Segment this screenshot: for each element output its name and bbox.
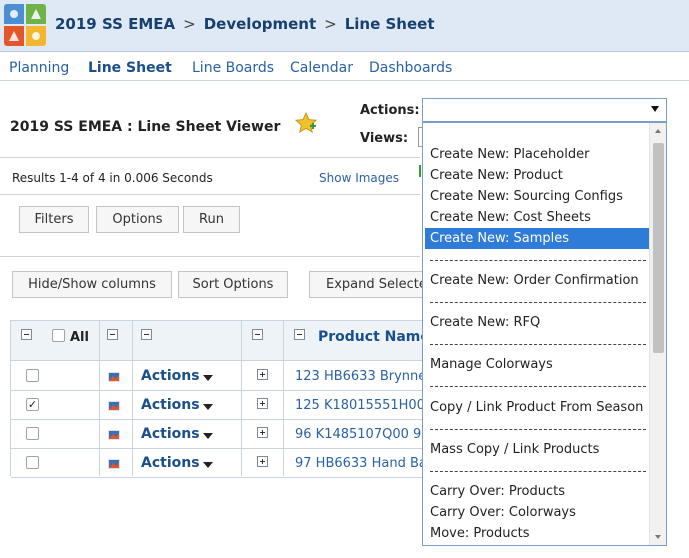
actions-select[interactable] [422,98,667,122]
app-logo-icon[interactable] [4,4,46,46]
favorite-star-icon[interactable] [294,111,318,135]
chevron-down-icon[interactable] [203,462,213,468]
menu-item-create-placeholder[interactable]: Create New: Placeholder [425,144,649,165]
actions-dropdown-list: Create New: Placeholder Create New: Prod… [422,122,667,546]
select-all-label: All [70,330,89,345]
image-icon [108,401,120,411]
chevron-down-icon[interactable] [203,375,213,381]
menu-item-manage-colorways[interactable]: Manage Colorways [425,354,649,375]
select-all-checkbox[interactable] [52,329,65,342]
row-checkbox[interactable] [26,427,39,440]
column-divider [241,320,242,476]
breadcrumb-separator: > [324,15,337,33]
line-sheet-table: All Product Name Actions 123 HB6633 Bryn… [10,320,430,478]
row-actions-menu[interactable]: Actions [141,426,200,442]
menu-item-create-product[interactable]: Create New: Product [425,165,649,186]
expand-plus-icon[interactable] [257,369,268,380]
row-checkbox[interactable] [26,456,39,469]
menu-separator [430,260,646,261]
nav-dashboards[interactable]: Dashboards [369,60,452,76]
breadcrumb: 2019 SS EMEA > Development > Line Sheet [55,15,435,33]
expand-plus-icon[interactable] [257,427,268,438]
chevron-down-icon[interactable] [203,433,213,439]
menu-item-carry-over-products[interactable]: Carry Over: Products [425,481,649,502]
product-link[interactable]: 97 HB6633 Hand Bag [295,456,423,471]
nav-line-sheet[interactable]: Line Sheet [88,60,172,76]
scroll-down-icon[interactable] [655,535,661,539]
sort-options-button[interactable]: Sort Options [178,271,288,298]
menu-item-create-sourcing-configs[interactable]: Create New: Sourcing Configs [425,186,649,207]
table-row: Actions 96 K1485107Q00 99 [11,420,423,449]
expand-plus-icon[interactable] [257,398,268,409]
expand-plus-icon[interactable] [257,456,268,467]
nav-calendar[interactable]: Calendar [290,60,353,76]
row-actions-menu[interactable]: Actions [141,368,200,384]
column-divider [283,320,284,476]
results-count: Results 1-4 of 4 in 0.006 Seconds [12,171,213,185]
row-actions-menu[interactable]: Actions [141,397,200,413]
table-row: Actions 97 HB6633 Hand Bag [11,449,423,478]
collapse-minus-icon[interactable] [21,329,32,340]
main-nav: Planning Line Sheet Line Boards Calendar… [0,55,689,81]
run-button[interactable]: Run [183,206,240,233]
dropdown-arrow-icon[interactable] [651,106,659,112]
filters-button[interactable]: Filters [19,206,89,233]
breadcrumb-page[interactable]: Line Sheet [345,15,435,33]
nav-planning[interactable]: Planning [9,60,69,76]
divider [0,157,420,158]
actions-label: Actions: [360,103,420,118]
chevron-down-icon[interactable] [203,404,213,410]
divider [0,194,420,195]
breadcrumb-area[interactable]: Development [204,15,316,33]
menu-item-mass-copy-link[interactable]: Mass Copy / Link Products [425,439,649,460]
menu-item-create-rfq[interactable]: Create New: RFQ [425,312,649,333]
table-row: ✓ Actions 125 K18015551H00 [11,391,423,420]
breadcrumb-season[interactable]: 2019 SS EMEA [55,15,175,33]
menu-item-carry-over-colorways[interactable]: Carry Over: Colorways [425,502,649,523]
collapse-minus-icon[interactable] [107,329,118,340]
nav-line-boards[interactable]: Line Boards [192,60,274,76]
menu-separator [430,344,646,345]
menu-separator [430,386,646,387]
views-label: Views: [360,131,409,146]
image-icon [108,430,120,440]
product-link[interactable]: 123 HB6633 Brynne [295,369,423,384]
menu-item-create-order-confirmation[interactable]: Create New: Order Confirmation [425,270,649,291]
hide-show-columns-button[interactable]: Hide/Show columns [12,271,172,298]
options-button[interactable]: Options [96,206,179,233]
collapse-minus-icon[interactable] [294,329,305,340]
page-title: 2019 SS EMEA : Line Sheet Viewer [10,119,281,135]
dropdown-scrollbar[interactable] [649,123,666,545]
menu-item-create-samples[interactable]: Create New: Samples [425,228,649,249]
collapse-minus-icon[interactable] [252,329,263,340]
row-actions-menu[interactable]: Actions [141,455,200,471]
app-header: 2019 SS EMEA > Development > Line Sheet [0,0,689,52]
column-divider [132,320,133,476]
divider [0,256,420,257]
image-icon [108,372,120,382]
scrollbar-thumb[interactable] [653,143,664,353]
menu-item-copy-link-product[interactable]: Copy / Link Product From Season [425,397,649,418]
column-divider [99,320,100,476]
breadcrumb-separator: > [183,15,196,33]
menu-item-move-products[interactable]: Move: Products [425,523,649,544]
row-checkbox[interactable]: ✓ [26,398,39,411]
expand-selected-button[interactable]: Expand Selected [309,271,425,298]
menu-separator [430,471,646,472]
product-name-header[interactable]: Product Name [318,329,430,345]
row-checkbox[interactable] [26,369,39,382]
table-row: Actions 123 HB6633 Brynne [11,362,423,391]
menu-separator [430,302,646,303]
collapse-minus-icon[interactable] [141,329,152,340]
menu-item-create-cost-sheets[interactable]: Create New: Cost Sheets [425,207,649,228]
product-link[interactable]: 96 K1485107Q00 99 [295,427,423,442]
image-icon [108,459,120,469]
product-link[interactable]: 125 K18015551H00 [295,398,423,413]
scroll-up-icon[interactable] [655,129,661,133]
table-header: All Product Name [11,320,430,361]
show-images-link[interactable]: Show Images [319,171,399,185]
menu-separator [430,429,646,430]
